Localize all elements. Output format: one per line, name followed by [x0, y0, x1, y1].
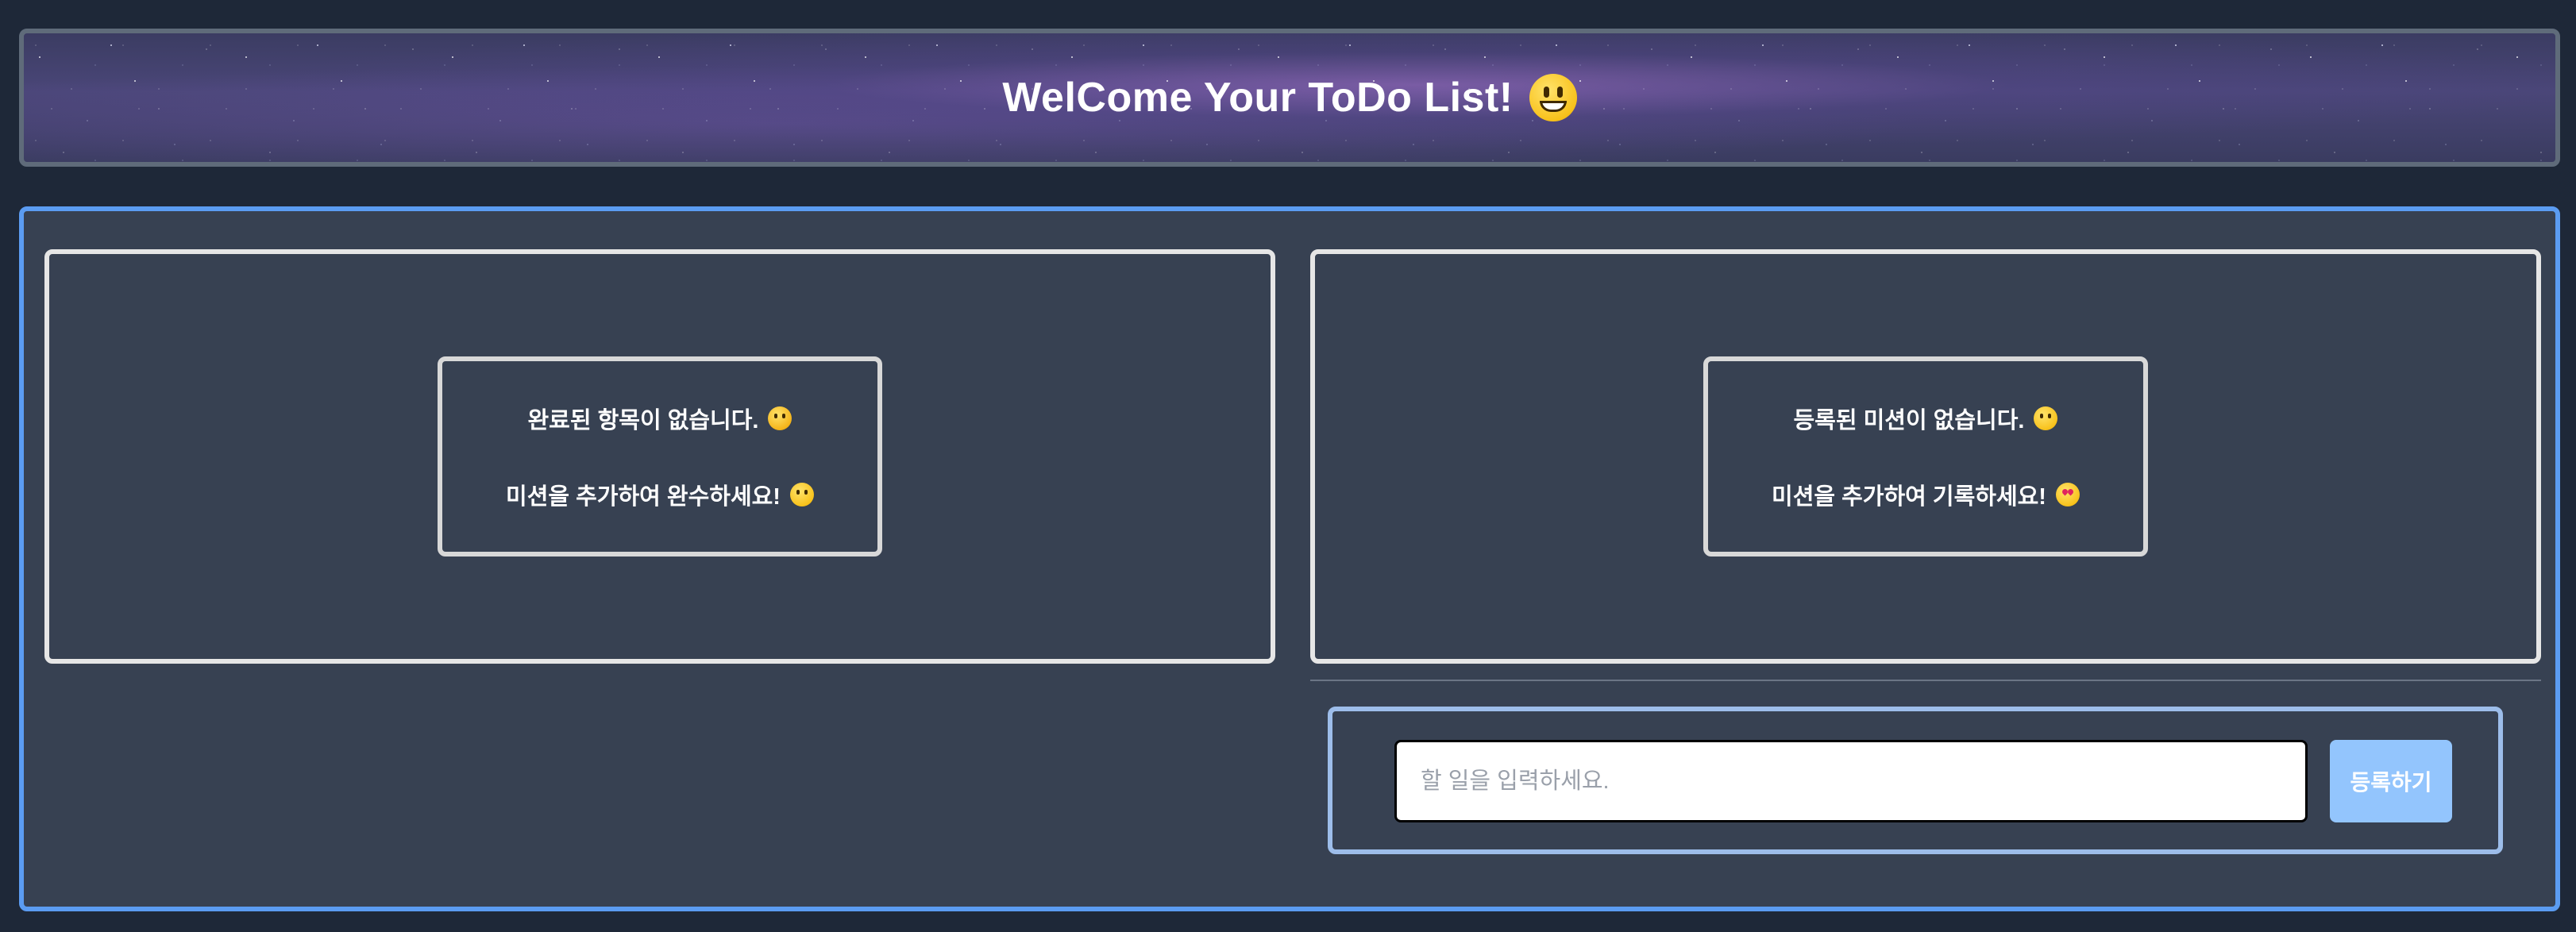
todo-empty-notice: 등록된 미션이 없습니다. 미션을 추가하여 기록하세요!	[1703, 356, 2148, 557]
completed-empty-line1: 완료된 항목이 없습니다.	[528, 402, 792, 435]
todo-input[interactable]	[1394, 740, 2308, 822]
completed-empty-line2: 미션을 추가하여 완수하세요!	[506, 478, 814, 511]
completed-empty-notice: 완료된 항목이 없습니다. 미션을 추가하여 완수하세요!	[438, 356, 882, 557]
hugging-face-icon	[789, 483, 814, 506]
grinning-face-icon	[1529, 74, 1577, 121]
completed-empty-text: 완료된 항목이 없습니다.	[527, 408, 759, 433]
todo-empty-line1: 등록된 미션이 없습니다.	[1794, 402, 2058, 435]
completed-hint-text: 미션을 추가하여 완수하세요!	[506, 484, 781, 510]
heart-eyes-face-icon	[2055, 483, 2080, 506]
page-title: WelCome Your ToDo List!	[1002, 74, 1577, 121]
header-banner: WelCome Your ToDo List!	[19, 29, 2560, 167]
completed-list-panel: 완료된 항목이 없습니다. 미션을 추가하여 완수하세요!	[44, 249, 1275, 664]
todo-list-panel: 등록된 미션이 없습니다. 미션을 추가하여 기록하세요!	[1310, 249, 2541, 664]
todo-empty-text: 등록된 미션이 없습니다.	[1793, 408, 2025, 433]
todo-main-container: 완료된 항목이 없습니다. 미션을 추가하여 완수하세요! 등록된 미션이 없습…	[19, 206, 2560, 911]
eye-roll-face-icon	[2034, 406, 2058, 430]
register-button[interactable]: 등록하기	[2330, 740, 2452, 822]
todo-input-form: 등록하기	[1328, 707, 2503, 854]
sad-face-icon	[768, 406, 792, 430]
todo-hint-text: 미션을 추가하여 기록하세요!	[1772, 484, 2046, 510]
todo-empty-line2: 미션을 추가하여 기록하세요!	[1772, 478, 2080, 511]
divider	[1310, 680, 2541, 681]
page-title-text: WelCome Your ToDo List!	[1002, 75, 1514, 121]
